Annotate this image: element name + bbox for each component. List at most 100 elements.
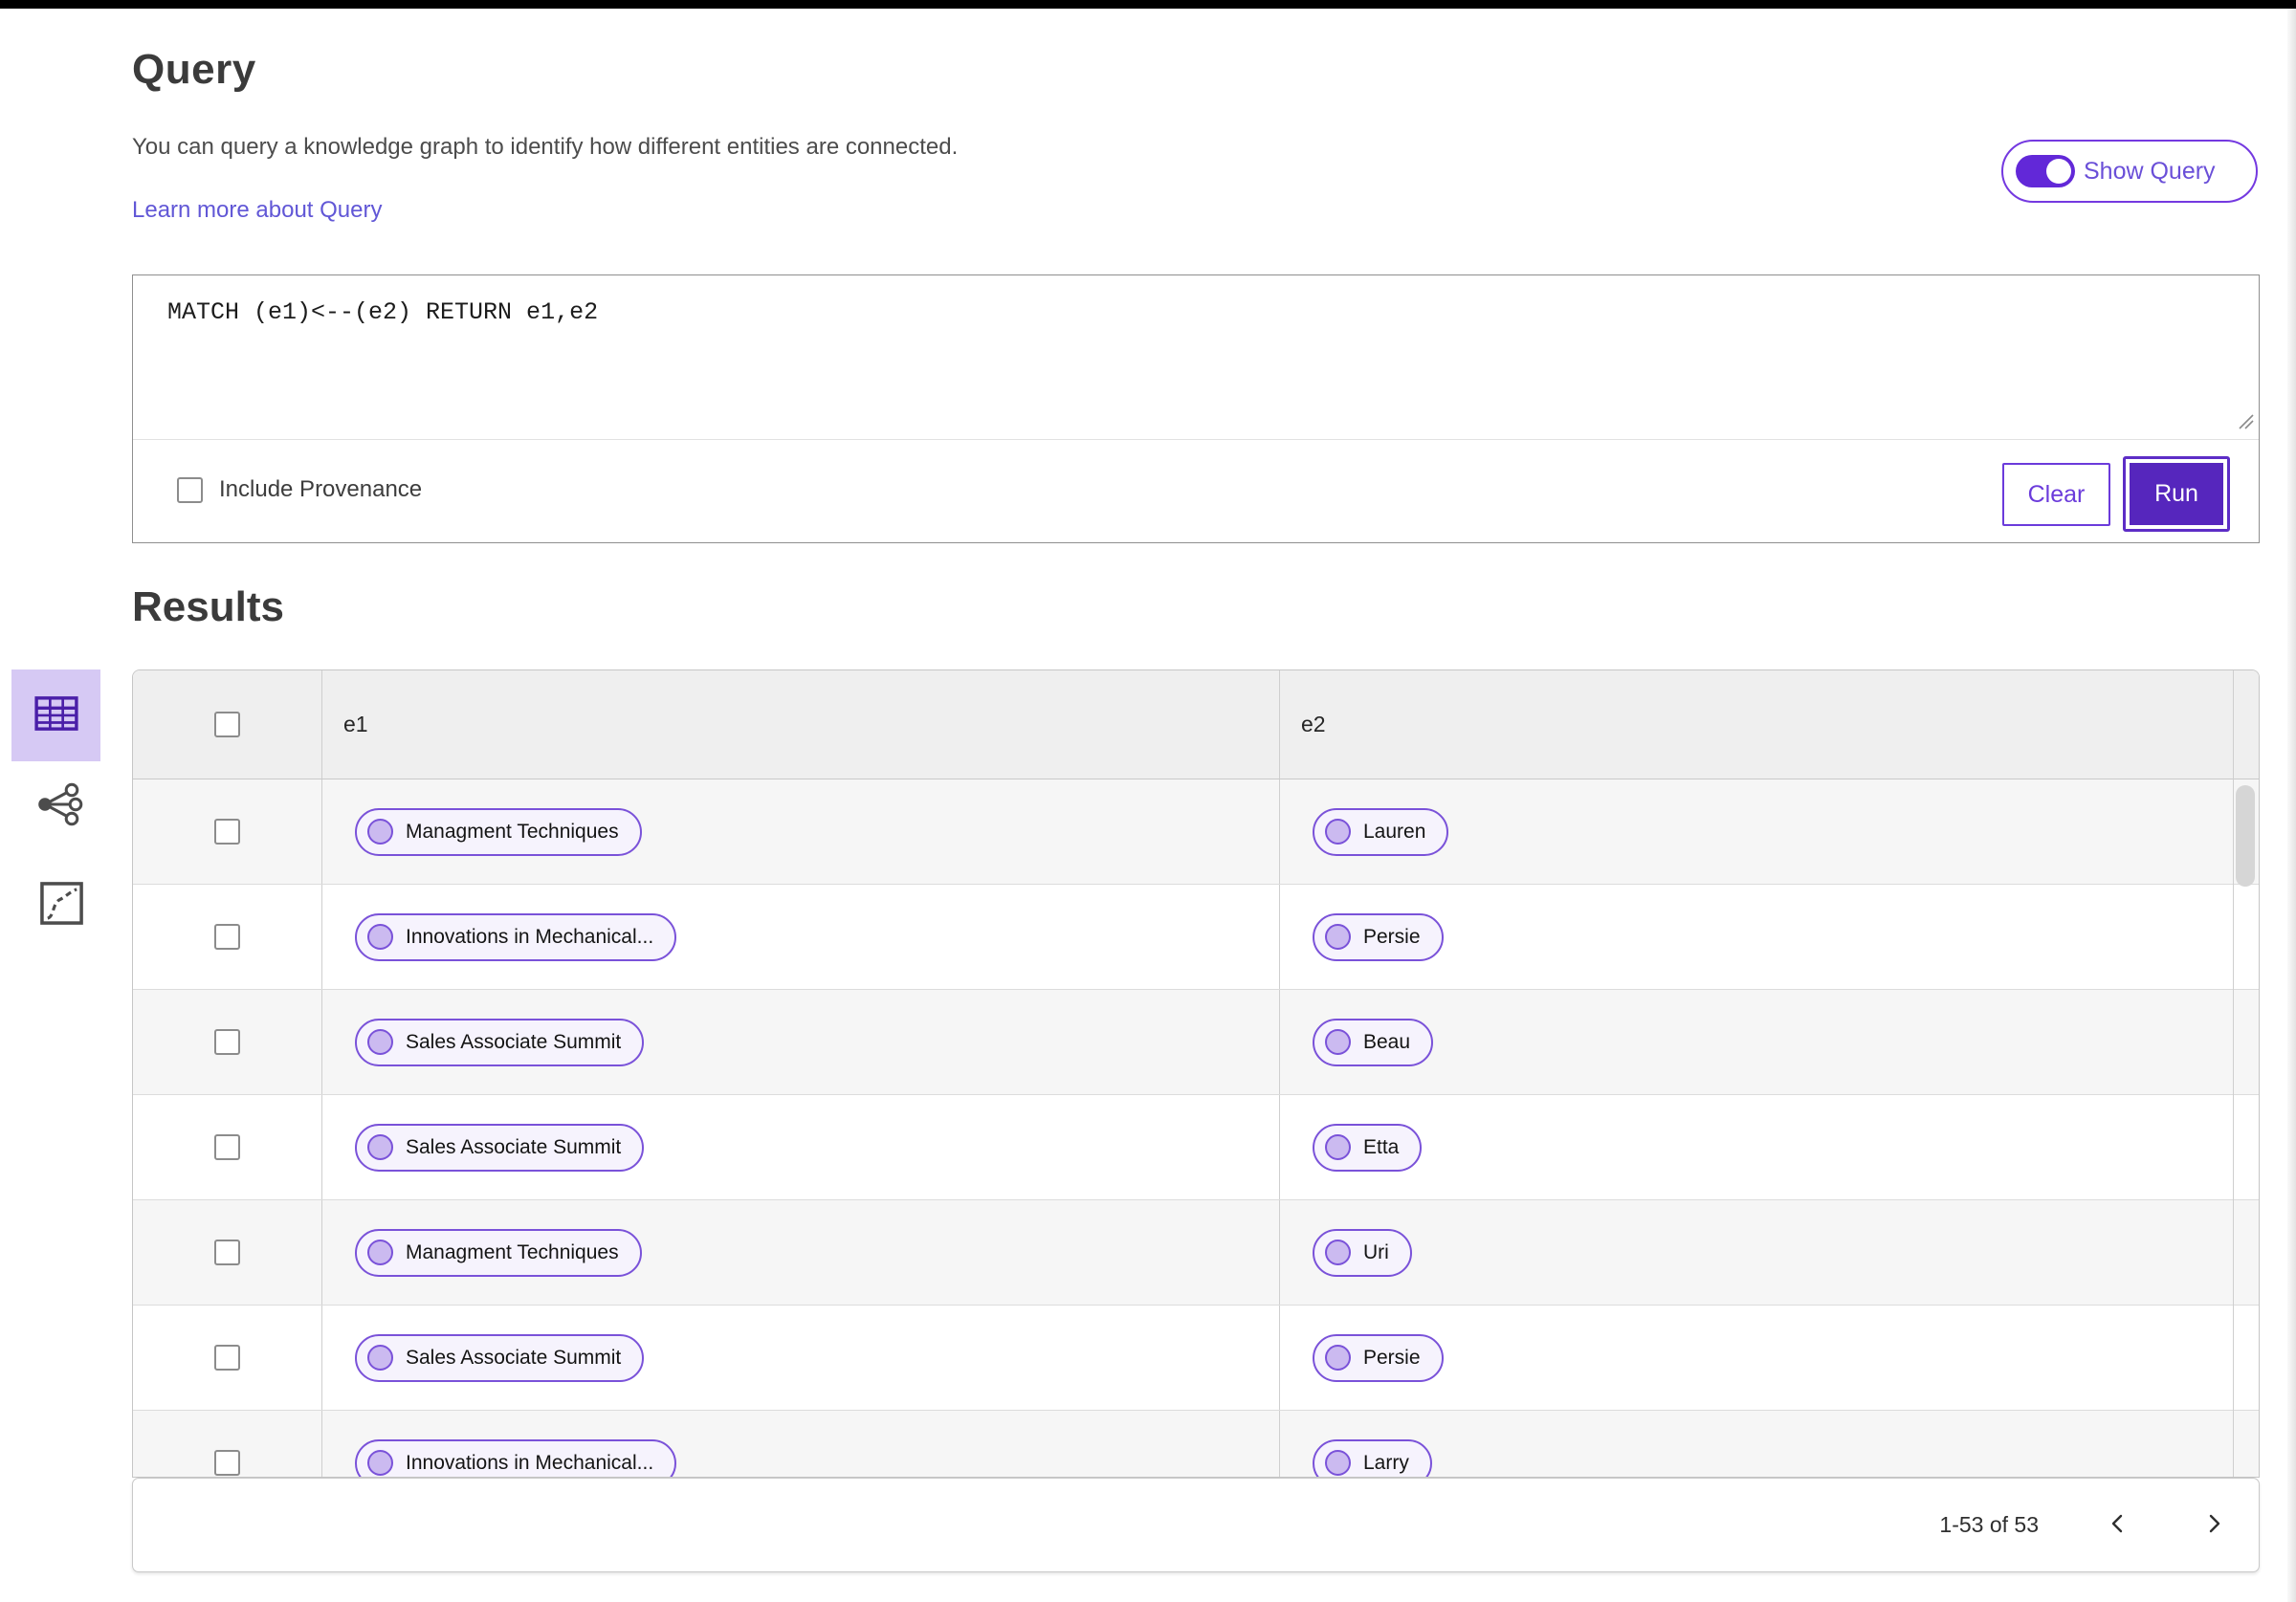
page-title: Query	[132, 46, 256, 93]
select-all-checkbox[interactable]	[214, 712, 240, 737]
results-table: e1 e2 Managment Techniques Lauren Innova…	[132, 669, 2260, 1478]
table-row: Sales Associate Summit Etta	[133, 1095, 2259, 1200]
entity-label: Persie	[1363, 925, 1421, 948]
entity-label: Larry	[1363, 1451, 1409, 1474]
resize-handle-icon[interactable]	[2237, 412, 2254, 434]
run-button[interactable]: Run	[2123, 456, 2230, 532]
window-right-edge	[2287, 9, 2296, 1602]
row-checkbox-cell	[133, 1411, 321, 1477]
entity-pill[interactable]: Innovations in Mechanical...	[355, 912, 677, 961]
row-checkbox-cell	[133, 1200, 321, 1305]
view-button-graph[interactable]	[31, 777, 88, 834]
cell-e1: Sales Associate Summit	[321, 1095, 1279, 1199]
entity-pill[interactable]: Sales Associate Summit	[355, 1123, 645, 1172]
row-checkbox-cell	[133, 885, 321, 989]
entity-pill[interactable]: Sales Associate Summit	[355, 1333, 645, 1382]
chevron-left-icon	[2107, 1509, 2128, 1541]
entity-pill[interactable]: Persie	[1313, 912, 1444, 961]
view-button-chart[interactable]	[33, 876, 90, 933]
entity-label: Persie	[1363, 1346, 1421, 1369]
window-top-edge	[0, 0, 2296, 9]
column-label-e2: e2	[1301, 712, 1326, 736]
toggle-on-icon[interactable]	[2016, 155, 2075, 187]
entity-pill[interactable]: Persie	[1313, 1333, 1444, 1382]
row-checkbox[interactable]	[214, 819, 240, 845]
query-text[interactable]: MATCH (e1)<--(e2) RETURN e1,e2	[167, 298, 598, 326]
cell-e1: Managment Techniques	[321, 1200, 1279, 1305]
entity-node-icon	[1325, 1029, 1351, 1055]
entity-label: Lauren	[1363, 820, 1426, 843]
cell-e1: Innovations in Mechanical...	[321, 1411, 1279, 1477]
entity-pill[interactable]: Larry	[1313, 1438, 1432, 1477]
row-checkbox[interactable]	[214, 1029, 240, 1055]
entity-node-icon	[367, 1345, 393, 1371]
entity-label: Sales Associate Summit	[406, 1346, 622, 1369]
chart-view-icon	[39, 881, 84, 929]
entity-node-icon	[367, 1450, 393, 1476]
entity-pill[interactable]: Lauren	[1313, 807, 1449, 856]
cell-e2: Persie	[1279, 885, 2233, 989]
entity-node-icon	[367, 1029, 393, 1055]
include-provenance-checkbox[interactable]	[177, 476, 203, 503]
header-cell-e2: e2	[1279, 670, 2233, 779]
cell-e2: Lauren	[1279, 779, 2233, 884]
pagination-bar: 1-53 of 53	[132, 1478, 2260, 1572]
row-checkbox[interactable]	[214, 1240, 240, 1265]
entity-label: Managment Techniques	[406, 820, 619, 843]
table-row: Innovations in Mechanical... Persie	[133, 885, 2259, 990]
learn-more-link[interactable]: Learn more about Query	[132, 197, 382, 224]
entity-label: Sales Associate Summit	[406, 1135, 622, 1158]
row-checkbox[interactable]	[214, 1450, 240, 1476]
cell-e2: Etta	[1279, 1095, 2233, 1199]
entity-label: Managment Techniques	[406, 1240, 619, 1263]
entity-label: Uri	[1363, 1240, 1389, 1263]
table-body: Managment Techniques Lauren Innovations …	[133, 779, 2259, 1477]
previous-page-button[interactable]	[2098, 1506, 2136, 1545]
table-row: Innovations in Mechanical... Larry	[133, 1411, 2259, 1477]
graph-view-icon	[35, 782, 83, 829]
results-title: Results	[132, 583, 284, 630]
chevron-right-icon	[2204, 1509, 2225, 1541]
entity-pill[interactable]: Etta	[1313, 1123, 1423, 1172]
table-view-icon	[33, 695, 78, 736]
entity-pill[interactable]: Innovations in Mechanical...	[355, 1438, 677, 1477]
cell-e2: Beau	[1279, 990, 2233, 1094]
entity-pill[interactable]: Sales Associate Summit	[355, 1018, 645, 1066]
entity-label: Etta	[1363, 1135, 1400, 1158]
cell-e2: Larry	[1279, 1411, 2233, 1477]
entity-label: Beau	[1363, 1030, 1411, 1053]
entity-pill[interactable]: Uri	[1313, 1228, 1412, 1277]
query-description: You can query a knowledge graph to ident…	[132, 134, 959, 160]
row-checkbox-cell	[133, 1306, 321, 1410]
table-row: Sales Associate Summit Persie	[133, 1306, 2259, 1411]
entity-label: Sales Associate Summit	[406, 1030, 622, 1053]
row-checkbox[interactable]	[214, 924, 240, 950]
cell-e2: Uri	[1279, 1200, 2233, 1305]
header-checkbox-cell	[133, 670, 321, 779]
entity-node-icon	[1325, 924, 1351, 950]
table-row: Managment Techniques Lauren	[133, 779, 2259, 885]
entity-pill[interactable]: Managment Techniques	[355, 1228, 642, 1277]
clear-button[interactable]: Clear	[2002, 463, 2110, 526]
next-page-button[interactable]	[2196, 1506, 2234, 1545]
table-scrollbar[interactable]	[2236, 785, 2255, 887]
entity-node-icon	[367, 819, 393, 845]
show-query-label: Show Query	[2084, 157, 2216, 185]
cell-e1: Sales Associate Summit	[321, 990, 1279, 1094]
query-editor[interactable]: MATCH (e1)<--(e2) RETURN e1,e2	[133, 275, 2259, 440]
entity-pill[interactable]: Managment Techniques	[355, 807, 642, 856]
include-provenance-label: Include Provenance	[219, 476, 423, 502]
query-footer: Include Provenance Clear Run	[133, 440, 2259, 541]
table-row: Sales Associate Summit Beau	[133, 990, 2259, 1095]
view-button-table[interactable]	[11, 669, 100, 761]
show-query-toggle[interactable]: Show Query	[2001, 140, 2258, 203]
row-checkbox-cell	[133, 990, 321, 1094]
header-cell-e1: e1	[321, 670, 1279, 779]
table-header-row: e1 e2	[133, 670, 2259, 779]
row-checkbox[interactable]	[214, 1345, 240, 1371]
cell-e1: Innovations in Mechanical...	[321, 885, 1279, 989]
entity-pill[interactable]: Beau	[1313, 1018, 1434, 1066]
cell-e2: Persie	[1279, 1306, 2233, 1410]
column-label-e1: e1	[343, 712, 368, 736]
row-checkbox[interactable]	[214, 1134, 240, 1160]
